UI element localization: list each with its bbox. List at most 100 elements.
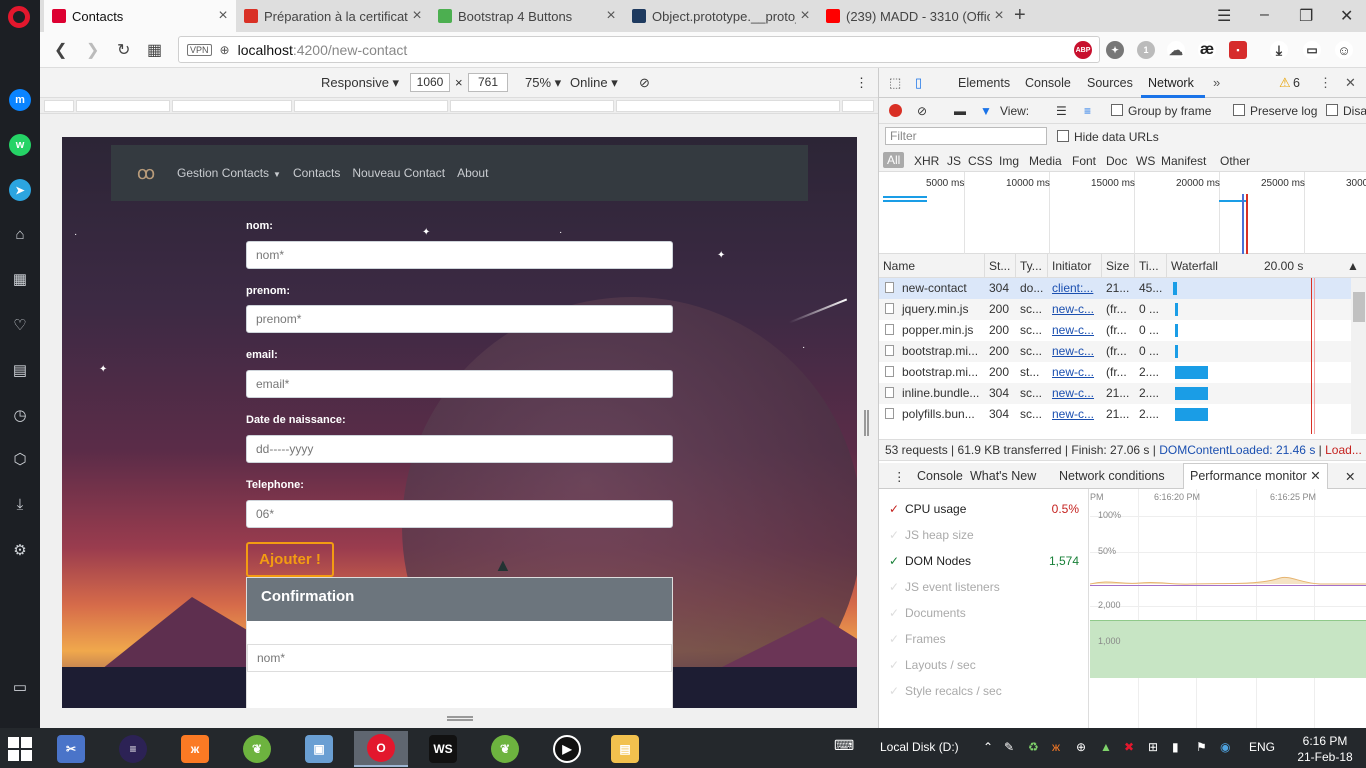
filter-font[interactable]: Font — [1072, 154, 1096, 168]
tabs-grid-icon[interactable]: ▦ — [147, 40, 162, 60]
request-row[interactable]: jquery.min.js 200 sc... new-c... (fr... 0 ... — [879, 299, 1351, 320]
ajouter-button[interactable]: Ajouter ! — [246, 542, 334, 577]
col-type[interactable]: Ty... — [1016, 254, 1048, 278]
tray-globe-icon[interactable]: ◉ — [1220, 740, 1230, 754]
telegram-icon[interactable]: ➤ — [9, 179, 31, 201]
filter-manifest[interactable]: Manifest — [1161, 154, 1206, 168]
tray-xampp-icon[interactable]: ж — [1052, 740, 1060, 754]
devtools-menu-icon[interactable]: ⋮ — [1319, 75, 1332, 91]
tray-app-icon[interactable]: ▲ — [1100, 740, 1112, 754]
taskbar-app-eclipse[interactable]: ≡ — [106, 731, 160, 767]
tab-console[interactable]: Console — [1025, 76, 1071, 90]
language-indicator[interactable]: ENG — [1249, 740, 1275, 754]
network-throttle-select[interactable]: Online ▾ — [570, 75, 618, 91]
cell-initiator[interactable]: new-c... — [1048, 299, 1102, 320]
tray-flag-icon[interactable]: ⚑ — [1196, 740, 1207, 754]
tab-close-icon[interactable]: × — [408, 7, 426, 25]
taskbar-app-remote[interactable]: ▣ — [292, 731, 346, 767]
filter-funnel-icon[interactable]: ▼ — [980, 104, 992, 118]
drawer-tab-performance-monitor[interactable]: Performance monitor ✕ — [1183, 463, 1328, 489]
drawer-close-icon[interactable]: ✕ — [1345, 469, 1355, 484]
battery-icon[interactable]: ▭ — [1303, 41, 1321, 59]
keyboard-icon[interactable]: ⌨ — [834, 737, 854, 754]
taskbar-app-media[interactable]: ▶ — [540, 731, 594, 767]
nav-nouveau-contact[interactable]: Nouveau Contact — [352, 166, 445, 180]
telephone-input[interactable]: 06* — [246, 500, 673, 528]
drawer-tab-console[interactable]: Console — [917, 469, 963, 483]
taskbar-app-explorer[interactable]: ▤ — [598, 731, 652, 767]
devtools-close-icon[interactable]: ✕ — [1345, 75, 1356, 91]
drawer-tab-whats-new[interactable]: What's New — [970, 469, 1036, 483]
metric-cpu-usage[interactable]: ✓ CPU usage 0.5% — [889, 502, 1079, 516]
whatsapp-icon[interactable]: w — [9, 134, 31, 156]
messenger-icon[interactable]: m — [9, 89, 31, 111]
device-more-icon[interactable]: ⋮ — [855, 75, 868, 91]
bookmarks-heart-icon[interactable]: ♡ — [9, 314, 31, 336]
hide-data-urls-checkbox[interactable] — [1057, 130, 1069, 142]
tray-app-icon[interactable]: ♻ — [1028, 740, 1039, 754]
request-row[interactable]: bootstrap.mi... 200 st... new-c... (fr... 2..… — [879, 362, 1351, 383]
tab-certification[interactable]: Préparation à la certificatio × — [236, 0, 430, 32]
tray-network-icon[interactable]: ⊞ — [1148, 740, 1158, 754]
large-rows-icon[interactable]: ☰ — [1056, 104, 1067, 118]
metric-js-heap-size[interactable]: ✓ JS heap size — [889, 528, 1079, 542]
taskbar-app-xampp[interactable]: ж — [168, 731, 222, 767]
cell-initiator[interactable]: client:... — [1048, 278, 1102, 299]
filter-all[interactable]: All — [883, 152, 905, 168]
filter-ws[interactable]: WS — [1136, 154, 1155, 168]
metric-js-event-listeners[interactable]: ✓ JS event listeners — [889, 580, 1079, 594]
group-by-frame-checkbox[interactable] — [1111, 104, 1123, 116]
ae-ext-icon[interactable]: æ — [1198, 41, 1216, 59]
metric-style-recalcs-sec[interactable]: ✓ Style recalcs / sec — [889, 684, 1079, 698]
tab-youtube[interactable]: (239) MADD - 3310 (Officia × — [818, 0, 1012, 32]
extensions-cube-icon[interactable]: ⬡ — [9, 448, 31, 470]
taskbar-app-tools[interactable]: ✂ — [44, 731, 98, 767]
filter-js[interactable]: JS — [947, 154, 961, 168]
tab-sources[interactable]: Sources — [1087, 76, 1133, 90]
tray-app-icon[interactable]: ✖ — [1124, 740, 1134, 754]
tab-close-icon[interactable]: × — [796, 7, 814, 25]
tray-expand-icon[interactable]: ⌃ — [983, 740, 993, 754]
nav-about[interactable]: About — [457, 166, 488, 180]
viewport-side-resize-handle[interactable] — [864, 410, 869, 436]
zoom-select[interactable]: 75% ▾ — [525, 75, 561, 91]
taskbar-app-spring[interactable]: ❦ — [230, 731, 284, 767]
tab-menu-icon[interactable]: ☰ — [1217, 6, 1231, 26]
tab-contacts[interactable]: Contacts × — [44, 0, 236, 32]
preserve-log-checkbox[interactable] — [1233, 104, 1245, 116]
metric-layouts-sec[interactable]: ✓ Layouts / sec — [889, 658, 1079, 672]
birthdate-input[interactable]: dd-----yyyy — [246, 435, 673, 463]
cell-initiator[interactable]: new-c... — [1048, 404, 1102, 425]
tab-bootstrap-buttons[interactable]: Bootstrap 4 Buttons × — [430, 0, 624, 32]
filter-other[interactable]: Other — [1220, 154, 1250, 168]
tray-wifi-icon[interactable]: ▮ — [1172, 740, 1179, 754]
tab-close-icon[interactable]: × — [602, 7, 620, 25]
cell-initiator[interactable]: new-c... — [1048, 341, 1102, 362]
tray-app-icon[interactable]: ✎ — [1004, 740, 1014, 754]
red-ext-icon[interactable]: ▪ — [1229, 41, 1247, 59]
cell-initiator[interactable]: new-c... — [1048, 362, 1102, 383]
cell-initiator[interactable]: new-c... — [1048, 383, 1102, 404]
record-icon[interactable] — [889, 104, 902, 117]
confirmation-nom-input[interactable]: nom* — [247, 644, 672, 672]
drawer-tab-close-icon[interactable]: ✕ — [1310, 469, 1320, 483]
drawer-menu-icon[interactable]: ⋮ — [893, 469, 906, 484]
device-mode-icon[interactable]: ▯ — [915, 75, 922, 91]
cell-initiator[interactable]: new-c... — [1048, 320, 1102, 341]
opera-logo-icon[interactable] — [8, 6, 30, 28]
ext-badge-icon[interactable]: 1 — [1137, 41, 1155, 59]
tab-close-icon[interactable]: × — [214, 7, 232, 25]
inspect-element-icon[interactable]: ⬚ — [889, 75, 901, 91]
media-query-ruler[interactable] — [40, 98, 878, 114]
email-input[interactable]: email* — [246, 370, 673, 398]
request-row[interactable]: popper.min.js 200 sc... new-c... (fr... 0 ... — [879, 320, 1351, 341]
viewport-height-input[interactable]: 761 — [468, 73, 508, 92]
download-icon[interactable]: ⤓ — [1270, 41, 1288, 59]
more-tabs-icon[interactable]: » — [1213, 75, 1220, 90]
url-bar[interactable]: VPN ⊕ localhost:4200/new-contact ♡ — [178, 36, 1100, 63]
nom-input[interactable]: nom* — [246, 241, 673, 269]
responsive-select[interactable]: Responsive ▾ — [321, 75, 399, 91]
filter-img[interactable]: Img — [999, 154, 1019, 168]
news-icon[interactable]: ▤ — [9, 359, 31, 381]
taskbar-app-webstorm[interactable]: WS — [416, 731, 470, 767]
